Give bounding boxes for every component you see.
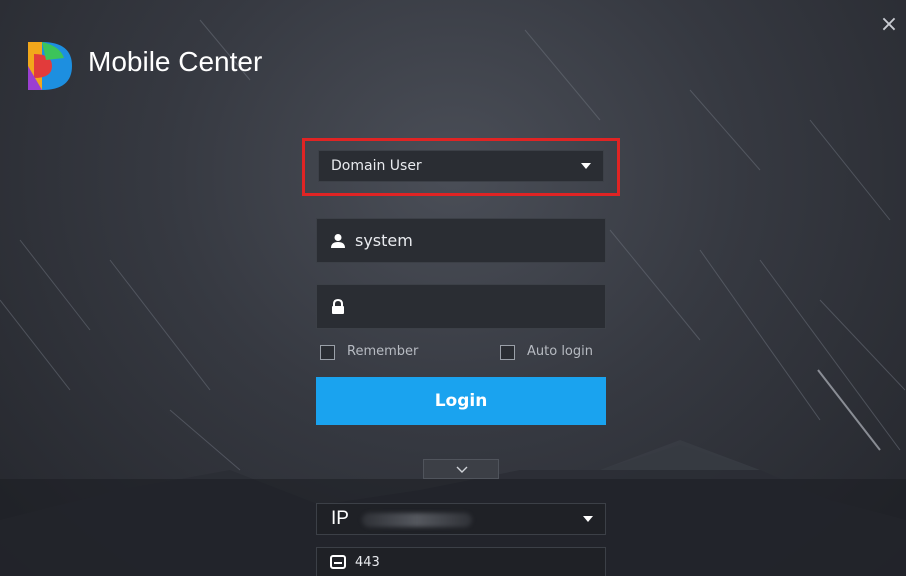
password-field[interactable] — [316, 284, 606, 329]
auto-login-checkbox-box[interactable] — [500, 345, 515, 360]
chevron-down-icon[interactable] — [583, 516, 593, 522]
app-title: Mobile Center — [88, 46, 263, 77]
chevron-down-icon — [456, 466, 468, 473]
port-icon — [330, 555, 346, 569]
chevron-down-icon — [581, 163, 591, 169]
expand-settings-button[interactable] — [423, 459, 499, 479]
remember-label: Remember — [347, 344, 419, 359]
remember-checkbox[interactable]: Remember — [320, 343, 430, 361]
port-field[interactable]: 443 — [316, 547, 606, 576]
username-field[interactable]: system — [316, 218, 606, 263]
server-type-label: IP — [331, 508, 349, 529]
lock-icon — [332, 299, 344, 314]
close-button[interactable]: × — [878, 14, 900, 36]
login-type-dropdown[interactable]: Domain User — [318, 150, 604, 182]
login-type-highlight: Domain User — [302, 138, 620, 196]
auto-login-label: Auto login — [527, 344, 593, 359]
app-logo-icon — [28, 42, 72, 90]
remember-checkbox-box[interactable] — [320, 345, 335, 360]
server-address-redacted — [362, 513, 472, 527]
user-icon — [331, 234, 345, 248]
username-value: system — [355, 231, 413, 250]
server-address-field[interactable]: IP — [316, 503, 606, 535]
login-button[interactable]: Login — [316, 377, 606, 425]
auto-login-checkbox[interactable]: Auto login — [500, 343, 606, 361]
port-value: 443 — [355, 555, 380, 570]
login-window: × Mobile Center Domain User system Remem… — [0, 0, 906, 576]
login-type-value: Domain User — [331, 158, 422, 174]
